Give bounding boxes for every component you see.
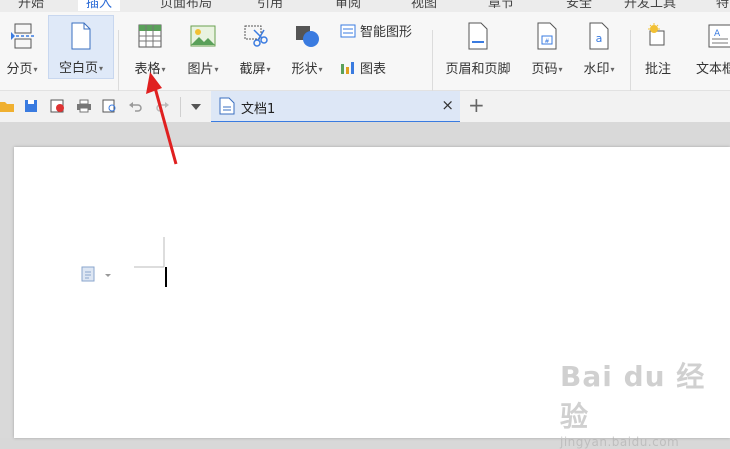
comment-label: 批注 [644,62,671,77]
divider [630,30,631,92]
comment-icon [646,22,670,50]
blank-page-label: 空白页 [58,61,98,76]
bar-chart-icon [341,61,354,74]
watermark-button[interactable]: a 水印▾ [576,22,622,77]
print-icon[interactable] [76,99,92,113]
watermark-label: 水印 [583,62,610,77]
header-footer-icon [467,22,489,50]
comment-button[interactable]: 批注 [638,22,678,77]
shape-label: 形状 [291,62,318,77]
menu-tab-page-layout[interactable]: 页面布局 [160,0,212,11]
watermark-icon: a [588,22,610,50]
watermark-brand: Bai du 经验 [560,360,706,433]
blank-page-icon [70,22,92,50]
menu-tab-developer[interactable]: 开发工具 [624,0,676,11]
svg-text:a: a [596,32,603,45]
menu-tab-start[interactable]: 开始 [18,0,44,11]
menu-tab-insert[interactable]: 插入 [78,0,121,11]
header-footer-button[interactable]: 页眉和页脚 [440,22,516,77]
close-icon[interactable]: × [441,96,454,114]
page-break-icon [9,22,35,50]
picture-icon [190,22,216,50]
menu-tab-references[interactable]: 引用 [257,0,283,11]
picture-button[interactable]: 图片▾ [180,22,226,77]
page-number-icon: # [536,22,558,50]
scissors-icon [242,22,268,50]
document-icon [219,97,235,115]
baidu-watermark: Bai du 经验 jingyan.baidu.com [560,355,730,449]
smart-shape-button[interactable]: 智能图形 [340,21,412,40]
new-tab-button[interactable]: + [468,93,485,117]
smart-shape-icon [340,24,356,37]
save-icon[interactable] [24,99,38,113]
page-number-button[interactable]: # 页码▾ [524,22,570,77]
divider [118,30,119,92]
page-break-button[interactable]: 分页▾ [0,22,44,77]
print-preview-icon[interactable] [102,99,118,113]
menu-tab-special[interactable]: 特 [716,0,729,11]
watermark-url: jingyan.baidu.com [560,435,680,449]
shape-button[interactable]: 形状▾ [284,22,330,77]
chart-label: 图表 [360,62,387,77]
page-number-label: 页码 [531,62,558,77]
svg-text:#: # [544,38,549,45]
chevron-down-icon[interactable]: ▾ [319,65,323,74]
margin-corner-marker [134,237,165,268]
text-box-button[interactable]: A 文本框 [692,22,730,77]
document-tab[interactable]: 文档1 × [211,91,460,123]
document-tab-title: 文档1 [241,102,276,117]
chevron-down-icon[interactable]: ▾ [34,65,38,74]
table-button[interactable]: 表格▾ [128,22,172,77]
menu-bar: 开始 插入 页面布局 引用 审阅 视图 章节 安全 开发工具 特 [0,0,730,12]
page-break-label: 分页 [6,62,33,77]
chevron-down-icon[interactable]: ▾ [215,65,219,74]
export-pdf-icon[interactable] [50,99,66,113]
open-folder-icon[interactable] [0,99,14,113]
table-icon [138,22,162,50]
chevron-down-icon[interactable]: ▾ [267,65,271,74]
chevron-down-icon[interactable]: ▾ [611,65,615,74]
chevron-down-icon[interactable]: ▾ [559,65,563,74]
picture-label: 图片 [187,62,214,77]
annotation-arrow [146,72,178,165]
ribbon-toolbar: 分页▾ 空白页▾ 表格▾ 图片▾ 截屏▾ 形状▾ 智能图形 图表 页眉和页脚 #… [0,12,730,92]
text-box-icon: A [692,22,730,50]
chart-button[interactable]: 图表 [340,58,386,77]
shape-icon [294,22,320,50]
menu-tab-section[interactable]: 章节 [488,0,514,11]
menu-tab-security[interactable]: 安全 [566,0,592,11]
chevron-down-icon[interactable]: ▾ [99,64,103,73]
text-box-label: 文本框 [696,62,730,77]
customize-dropdown-icon[interactable] [190,103,202,111]
svg-text:A: A [714,29,721,39]
text-cursor [165,267,167,287]
smart-shape-label: 智能图形 [360,25,413,40]
menu-tab-review[interactable]: 审阅 [335,0,361,11]
blank-page-button[interactable]: 空白页▾ [48,15,114,79]
header-footer-label: 页眉和页脚 [445,62,511,77]
screenshot-label: 截屏 [239,62,266,77]
menu-tab-view[interactable]: 视图 [411,0,437,11]
screenshot-button[interactable]: 截屏▾ [232,22,278,77]
divider [432,30,433,92]
paste-options-icon[interactable] [81,265,115,283]
